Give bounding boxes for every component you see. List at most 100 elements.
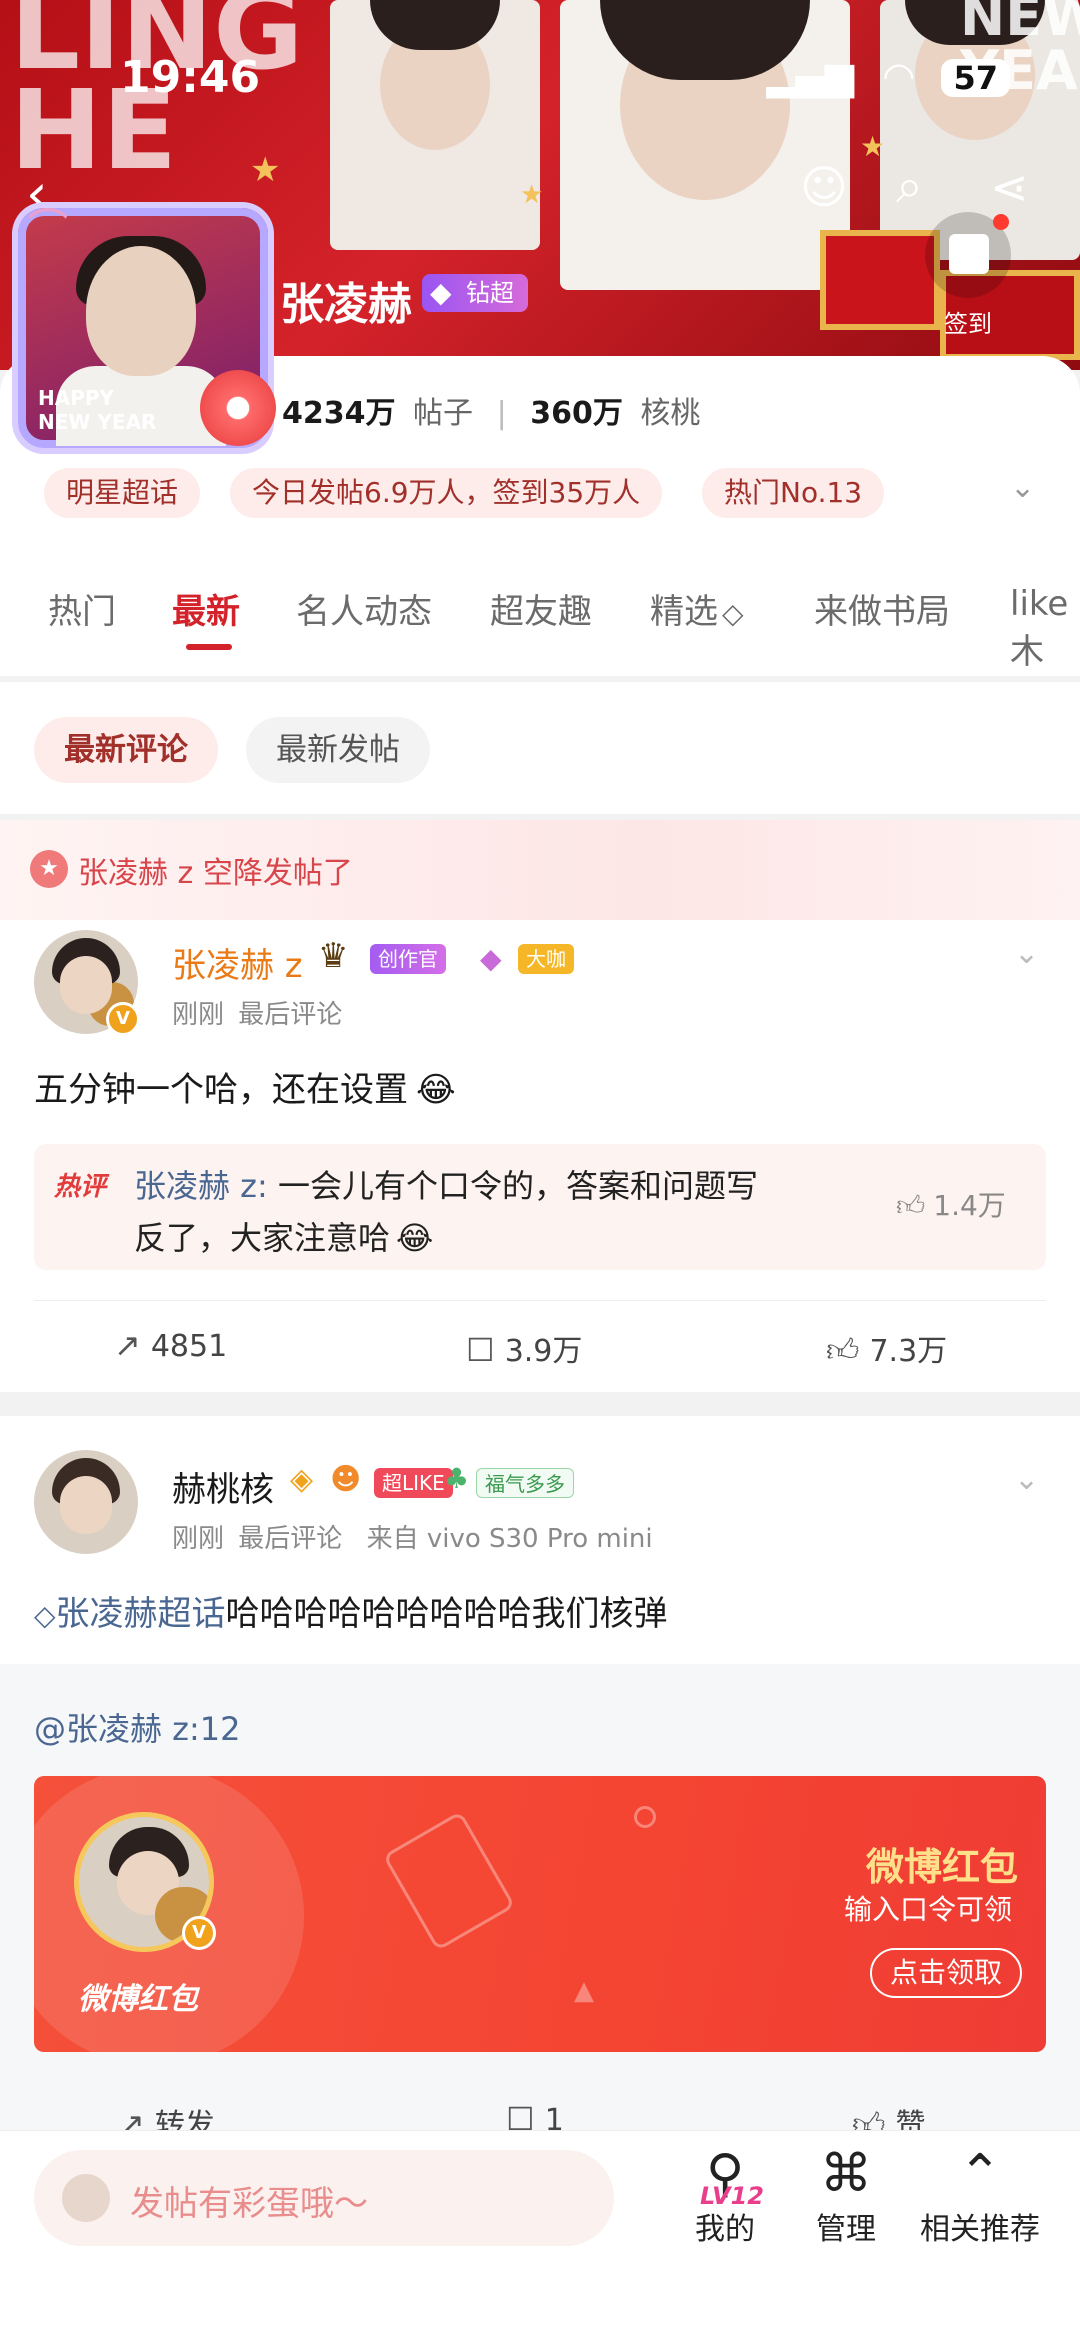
verified-icon: V [182,1916,216,1950]
user-level: LV12 [700,2182,764,2210]
hot-comment-like-count: 1.4万 [933,1189,1006,1222]
red-packet-card[interactable]: ▲ V 微博红包 微博红包 输入口令可领 点击领取 [34,1776,1046,2052]
creator-badge: 创作官 [370,944,446,974]
post-text-content: 哈哈哈哈哈哈哈哈哈我们核弹 [225,1594,668,1634]
status-icons: ▂▄▆ ◠ 57 [766,54,1010,98]
gem-icon: ◇ [722,597,744,630]
hot-comment-label: 热评 [54,1172,107,1202]
thumb-up-icon: 👍︎ [826,1331,860,1369]
crown-icon: ♛ [318,936,349,976]
level-icon: ◈ [290,1462,314,1497]
rainbow-icon: ⌒ [28,206,68,252]
friends-icon[interactable]: ☺ [800,160,848,214]
sort-latest-comment[interactable]: 最新评论 [34,717,218,783]
share-icon[interactable]: ⋖ [990,160,1029,214]
fortune-icon: ♣ [444,1462,470,1495]
thumb-up-icon: 👍︎ [896,1189,926,1222]
tab-latest[interactable]: 最新 [172,584,240,633]
laugh-cry-emoji-icon: 😂 [416,1070,456,1110]
divider [34,1300,1046,1301]
envelope-icon [382,1810,516,1952]
person-icon: ⚲ LV12 [670,2144,780,2210]
post-sub: 最后评论 [238,1000,343,1030]
post-meta: 刚刚 最后评论 [172,994,342,1031]
tab-like[interactable]: like木 [1010,584,1080,673]
grid-icon: ⌘ [820,2144,872,2204]
nav-manage[interactable]: ⌘ 管理 [796,2144,896,2248]
topic-title: 张凌赫 [280,279,412,330]
post-text-content: 五分钟一个哈，还在设置 [34,1070,408,1110]
airdrop-star-icon: ★ [30,850,68,888]
status-time: 19:46 [120,52,261,103]
nav-manage-label: 管理 [816,2212,876,2247]
chip-category[interactable]: 明星超话 [44,468,201,518]
post-text: ◇张凌赫超话哈哈哈哈哈哈哈哈哈我们核弹 [34,1586,668,1635]
stats-divider: | [496,396,507,431]
post-sub: 最后评论 [238,1524,343,1554]
verified-icon: V [106,1002,140,1036]
comment-icon: ☐ [466,1331,495,1369]
signal-icon: ▂▄▆ [766,54,855,98]
balloon-icon [200,370,276,446]
tab-fun[interactable]: 超友趣 [490,584,592,633]
calendar-icon [925,212,1011,298]
avatar[interactable] [34,1450,138,1554]
more-chevron-icon[interactable]: ⌄ [1014,1462,1039,1497]
comment-button[interactable]: ☐ 3.9万 [466,1326,582,1370]
airdrop-notice: 张凌赫 z 空降发帖了 [78,856,353,891]
wifi-icon: ◠ [882,54,916,98]
search-icon[interactable]: ⌕ [896,158,923,215]
level-badge-label: 钻超 [466,279,514,307]
chip-daily-stats[interactable]: 今日发帖6.9万人，签到35万人 [230,468,663,518]
laugh-cry-emoji-icon: 😂 [396,1219,434,1257]
sort-latest-post[interactable]: 最新发帖 [246,717,430,783]
nav-recommend[interactable]: ⌃ 相关推荐 [910,2144,1050,2248]
hot-comment-line1: 一会儿有个口令的，答案和问题写 [277,1167,758,1205]
nav-recommend-label: 相关推荐 [920,2212,1040,2247]
post-time: 刚刚 [172,1524,225,1554]
super-like-badge: 超LIKE [374,1468,453,1498]
like-count: 7.3万 [869,1334,948,1369]
tab-featured-label: 精选 [650,592,718,632]
hot-comment-line2: 反了，大家注意哈 [134,1219,391,1257]
topic-link[interactable]: ◇张凌赫超话 [34,1594,226,1634]
user-mini-avatar-icon [62,2174,110,2222]
chevron-up-circle-icon: ⌃ [958,2144,1002,2204]
tab-featured[interactable]: 精选 ◇ [650,584,744,633]
post-author[interactable]: 张凌赫 z [172,938,303,987]
post-time: 刚刚 [172,1000,225,1030]
nav-mine[interactable]: ⚲ LV12 我的 [670,2144,780,2248]
like-button[interactable]: 👍︎ 7.3万 [826,1326,947,1370]
checkin-label: 签到 [944,310,992,338]
topic-stats: 4234万 帖子 | 360万 核桃 [282,388,700,432]
checkin-button[interactable]: 签到 [922,212,1014,342]
tab-hot[interactable]: 热门 [48,584,116,633]
compose-input[interactable]: 发帖有彩蛋哦～ [34,2150,614,2246]
posts-label: 帖子 [413,396,474,431]
repost-icon: ↗ [114,1326,141,1364]
hot-comment-author[interactable]: 张凌赫 z: [134,1167,268,1205]
compose-placeholder: 发帖有彩蛋哦～ [130,2184,368,2224]
mention-text[interactable]: @张凌赫 z:12 [34,1704,240,1750]
battery-indicator: 57 [941,59,1010,97]
tab-celebrity[interactable]: 名人动态 [296,584,432,633]
repost-button[interactable]: ↗ 4851 [114,1326,227,1364]
expand-chevron-icon[interactable]: ⌄ [1010,470,1035,505]
packet-subtitle: 输入口令可领 [844,1893,1013,1926]
topic-link-label: 张凌赫超话 [55,1594,226,1634]
comment-count: 3.9万 [504,1334,583,1369]
more-chevron-icon[interactable]: ⌄ [1014,936,1039,971]
post-source: 来自 vivo S30 Pro mini [366,1524,653,1554]
level-badge[interactable]: ◆ 钻超 [422,274,528,312]
claim-button[interactable]: 点击领取 [870,1948,1023,1998]
fans-label: 核桃 [640,396,701,431]
hot-comment-text: 张凌赫 z: 一会儿有个口令的，答案和问题写 反了，大家注意哈 😂 [134,1160,758,1264]
vip-badge: 大咖 [518,944,574,974]
post-meta: 刚刚 最后评论 来自 vivo S30 Pro mini [172,1518,653,1555]
fans-count: 360万 [530,396,623,431]
hot-comment-like[interactable]: 👍︎ 1.4万 [896,1184,1006,1224]
tab-bookstore[interactable]: 来做书局 [814,584,950,633]
fortune-badge: 福气多多 [476,1468,574,1498]
post-author[interactable]: 赫桃核 [172,1462,274,1511]
chip-rank[interactable]: 热门No.13 [702,468,885,518]
